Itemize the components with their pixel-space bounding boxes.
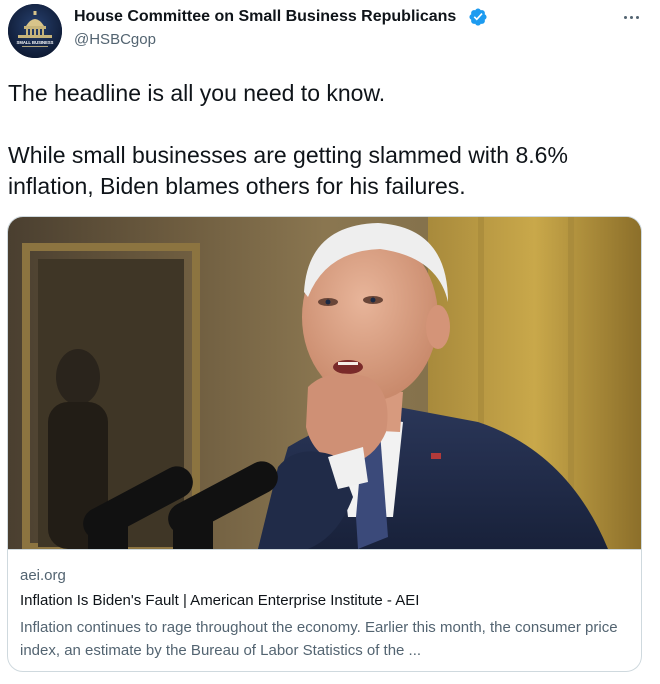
card-domain[interactable]: aei.org <box>20 567 66 584</box>
more-horizontal-icon <box>635 15 639 19</box>
card-description: Inflation continues to rage throughout t… <box>20 619 618 659</box>
tweet-paragraph: While small businesses are getting slamm… <box>8 142 568 199</box>
author-handle[interactable]: @HSBCgop <box>74 31 156 48</box>
card-title[interactable]: Inflation Is Biden's Fault | American En… <box>20 592 419 609</box>
tweet: SMALL BUSINESS House Committee on Small … <box>0 0 660 684</box>
avatar-logo-text: SMALL BUSINESS <box>17 40 54 45</box>
card-meta: aei.org Inflation Is Biden's Fault | Ame… <box>8 549 641 671</box>
more-horizontal-icon <box>629 15 633 19</box>
tweet-paragraph: The headline is all you need to know. <box>8 80 386 106</box>
card-image[interactable] <box>8 217 641 549</box>
capitol-logo-icon: SMALL BUSINESS <box>8 4 62 58</box>
verified-badge-icon <box>469 8 487 26</box>
more-horizontal-icon <box>623 15 627 19</box>
tweet-text: The headline is all you need to know. Wh… <box>8 78 648 202</box>
avatar[interactable]: SMALL BUSINESS <box>8 4 62 58</box>
author-name[interactable]: House Committee on Small Business Republ… <box>74 8 456 26</box>
link-preview-card[interactable]: aei.org Inflation Is Biden's Fault | Ame… <box>7 216 642 672</box>
more-options-button[interactable] <box>614 6 648 28</box>
